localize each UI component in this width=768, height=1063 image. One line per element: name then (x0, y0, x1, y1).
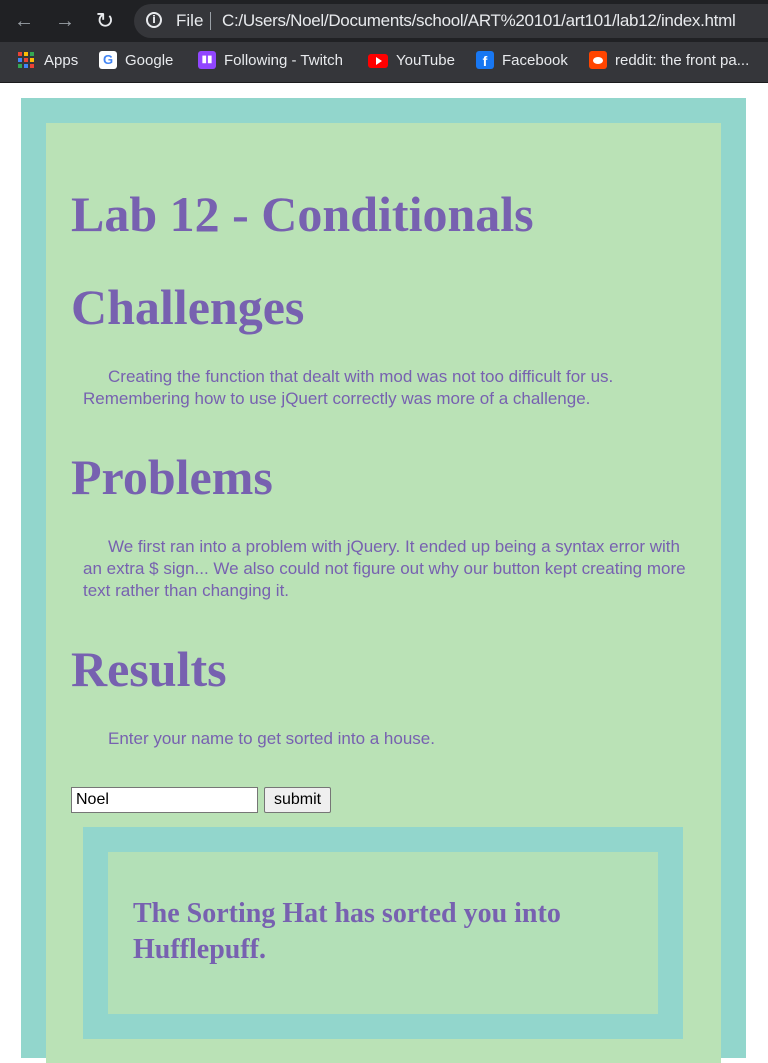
page-viewport: Lab 12 - Conditionals Challenges Creatin… (0, 83, 768, 1063)
bookmark-apps[interactable]: Apps (18, 42, 78, 82)
info-icon[interactable]: i (146, 12, 162, 28)
result-box: The Sorting Hat has sorted you into Huff… (83, 827, 683, 1039)
apps-grid-icon (18, 52, 34, 69)
bookmark-facebook[interactable]: f Facebook (476, 42, 568, 82)
results-heading: Results (71, 641, 227, 697)
browser-toolbar: ← → ↻ i File C:/Users/Noel/Documents/sch… (0, 0, 768, 42)
forward-icon[interactable]: → (53, 9, 77, 33)
youtube-icon (368, 54, 388, 69)
reddit-icon (589, 51, 607, 70)
results-prompt: Enter your name to get sorted into a hou… (108, 729, 435, 748)
facebook-icon: f (476, 51, 494, 70)
problems-heading: Problems (71, 449, 273, 505)
bookmark-youtube[interactable]: YouTube (368, 42, 455, 82)
url-text[interactable]: C:/Users/Noel/Documents/school/ART%20101… (222, 4, 736, 38)
problems-text: We first ran into a problem with jQuery.… (83, 537, 686, 600)
content-container: Lab 12 - Conditionals Challenges Creatin… (46, 123, 721, 1063)
bookmark-label: Facebook (502, 52, 568, 69)
result-box-inner: The Sorting Hat has sorted you into Huff… (108, 852, 658, 1014)
page-title: Lab 12 - Conditionals (71, 186, 534, 242)
google-icon: G (99, 51, 117, 70)
bookmark-label: Google (125, 52, 174, 69)
bookmark-label: YouTube (396, 52, 455, 69)
bookmark-reddit[interactable]: reddit: the front pa... (589, 42, 749, 82)
bookmark-twitch[interactable]: ▮▮ Following - Twitch (198, 42, 343, 82)
file-label: File (176, 11, 204, 30)
address-separator (210, 12, 211, 30)
outer-container: Lab 12 - Conditionals Challenges Creatin… (21, 98, 746, 1063)
name-input[interactable] (71, 787, 258, 813)
address-bar[interactable]: i File C:/Users/Noel/Documents/school/AR… (134, 4, 768, 38)
submit-button[interactable]: submit (264, 787, 331, 813)
bookmark-google[interactable]: G Google (99, 42, 173, 82)
back-icon[interactable]: ← (12, 9, 36, 33)
bookmarks-bar: Apps G Google ▮▮ Following - Twitch YouTub… (0, 42, 768, 83)
challenges-text: Creating the function that dealt with mo… (83, 367, 614, 408)
reload-icon[interactable]: ↻ (93, 9, 117, 33)
bookmark-label: Following - Twitch (224, 52, 343, 69)
challenges-heading: Challenges (71, 279, 305, 335)
twitch-icon: ▮▮ (198, 51, 216, 70)
bookmark-label: Apps (44, 52, 79, 69)
bookmark-label: reddit: the front pa... (615, 52, 750, 69)
sorting-result: The Sorting Hat has sorted you into Huff… (133, 898, 561, 965)
